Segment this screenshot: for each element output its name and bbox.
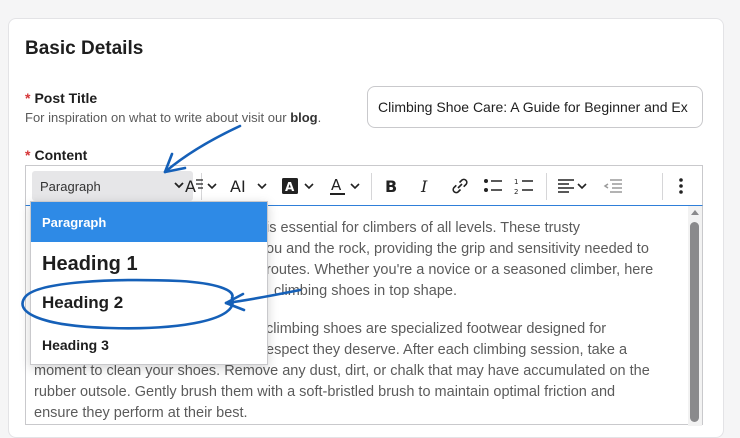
editor-toolbar: Paragraph A AI A A B I 12 [25,165,703,206]
text-color-button[interactable]: A [328,174,368,198]
option-label: Heading 3 [42,337,109,353]
block-format-dropdown: Paragraph Heading 1 Heading 2 Heading 3 [30,201,268,365]
svg-text:A: A [185,177,196,196]
line-height-button[interactable]: AI [229,174,271,198]
dropdown-option-heading-2[interactable]: Heading 2 [31,284,267,324]
italic-button[interactable]: I [418,174,436,198]
option-label: Paragraph [42,215,107,230]
block-format-value: Paragraph [40,179,101,194]
toolbar-divider [371,173,372,200]
required-mark: * [25,90,31,106]
dropdown-option-paragraph[interactable]: Paragraph [31,202,267,242]
section-title: Basic Details [25,38,144,59]
option-label: Heading 1 [42,253,138,275]
text-color-icon: A [330,176,360,195]
line-height-icon: AI [230,177,267,196]
content-label: * Content [25,147,87,163]
editor-line: routes. Whether you're a novice or a sea… [266,262,654,278]
more-options-icon [679,178,683,194]
svg-text:A: A [331,176,342,194]
editor-line: is essential for climbers of all levels.… [266,220,581,236]
font-size-button[interactable]: A [183,174,223,198]
block-format-select[interactable]: Paragraph [32,171,193,201]
option-label: Heading 2 [42,293,124,312]
editor-line: climbing shoes in top shape. [274,283,457,299]
highlight-color-button[interactable]: A [280,174,320,198]
link-icon [452,178,468,194]
editor-scrollbar[interactable] [688,206,702,426]
dropdown-option-heading-3[interactable]: Heading 3 [31,324,267,364]
content-label-text: Content [34,147,88,163]
help-suffix: . [317,110,322,125]
toolbar-divider [546,173,547,200]
scrollbar-thumb[interactable] [690,222,699,422]
align-button[interactable] [556,174,590,198]
bullet-list-button[interactable] [482,174,504,198]
post-title-help: For inspiration on what to write about v… [25,110,321,125]
font-size-icon: A [185,177,217,196]
editor-line: ou and the rock, providing the grip and … [266,241,649,257]
bold-icon: B [385,177,397,196]
required-mark: * [25,147,31,163]
editor-line: ensure they perform at their best. [34,405,248,421]
post-title-label-text: Post Title [34,90,98,106]
bullet-list-icon [484,179,502,192]
editor-line: climbing shoes are specialized footwear … [266,321,607,337]
italic-icon: I [420,177,428,196]
scroll-up-icon[interactable] [691,210,699,215]
toolbar-divider [662,173,663,200]
svg-text:2: 2 [514,188,518,196]
svg-text:1: 1 [514,178,518,186]
link-button[interactable] [450,174,470,198]
post-title-label: * Post Title [25,90,97,106]
align-left-icon [558,179,587,193]
help-text: For inspiration on what to write about v… [25,110,291,125]
editor-line: espect they deserve. After each climbing… [266,342,628,358]
svg-text:AI: AI [230,177,246,196]
numbered-list-icon: 12 [514,178,533,196]
bold-button[interactable]: B [383,174,403,198]
svg-text:B: B [385,177,397,196]
more-options-button[interactable] [676,174,686,198]
editor-line: rubber outsole. Gently brush them with a… [34,384,616,400]
outdent-button[interactable] [602,174,624,198]
post-title-input[interactable]: Climbing Shoe Care: A Guide for Beginner… [367,86,703,128]
dropdown-option-heading-1[interactable]: Heading 1 [31,242,267,284]
svg-text:A: A [285,180,295,194]
outdent-icon [603,179,622,193]
numbered-list-button[interactable]: 12 [513,174,535,198]
svg-text:I: I [420,177,428,196]
blog-link[interactable]: blog [290,110,317,125]
highlight-color-icon: A [282,178,314,194]
